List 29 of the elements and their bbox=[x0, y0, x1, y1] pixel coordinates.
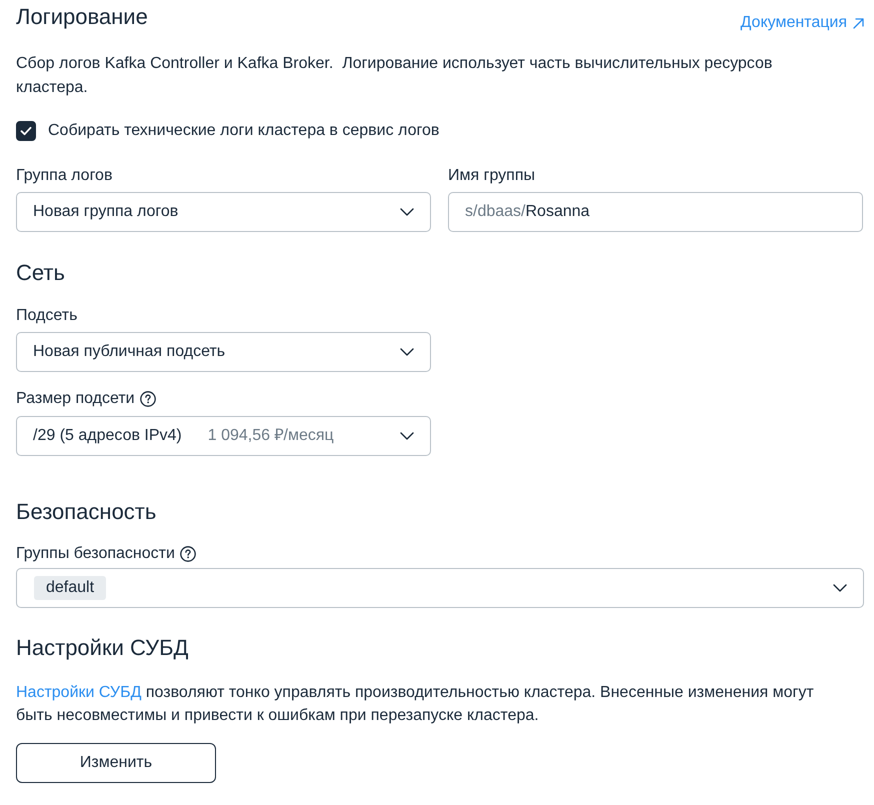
checkbox-label: Собирать технические логи кластера в сервис логов bbox=[48, 121, 440, 141]
subnet-select[interactable]: Новая публичная подсеть bbox=[16, 332, 431, 372]
section-heading: Логирование bbox=[16, 4, 148, 30]
subnet-size-select[interactable]: /29 (5 адресов IPv4) 1 094,56 ₽/месяц bbox=[16, 416, 431, 456]
chevron-down-icon bbox=[400, 208, 414, 216]
group-name-field[interactable]: s/dbaas/Rosanna bbox=[448, 192, 863, 232]
help-icon bbox=[180, 546, 196, 562]
field-label: Размер подсети bbox=[16, 389, 135, 409]
field-label: Имя группы bbox=[448, 166, 535, 186]
dbms-description: Настройки СУБД позволяют тонко управлять производительностью кластера. Внесенные изменения могут быть несовместимы и привести к ошибкам при перезапуске кластера. bbox=[16, 683, 815, 726]
security-groups-select[interactable]: default bbox=[16, 568, 864, 608]
checkmark-icon bbox=[20, 126, 32, 136]
security-group-tag: default bbox=[34, 576, 106, 600]
arrow-up-right-icon bbox=[853, 18, 864, 28]
section-heading: Безопасность bbox=[16, 499, 158, 525]
field-label: Группы безопасности bbox=[16, 544, 175, 564]
price-text: 1 094,56 ₽/месяц bbox=[208, 426, 334, 446]
edit-button[interactable]: Изменить bbox=[16, 743, 216, 783]
section-heading: Настройки СУБД bbox=[16, 635, 190, 661]
checkbox[interactable] bbox=[16, 121, 36, 141]
section-heading: Сеть bbox=[16, 260, 66, 286]
help-icon bbox=[140, 391, 156, 407]
chevron-down-icon bbox=[400, 348, 414, 356]
log-group-select[interactable]: Новая группа логов bbox=[16, 192, 431, 232]
chevron-down-icon bbox=[400, 432, 414, 440]
field-label: Группа логов bbox=[16, 166, 112, 186]
logging-description: Сбор логов Kafka Controller и Kafka Broker. Логирование использует часть вычислительных ресурсов кластера. bbox=[16, 54, 774, 98]
field-label: Подсеть bbox=[16, 306, 78, 326]
chevron-down-icon bbox=[833, 584, 847, 592]
